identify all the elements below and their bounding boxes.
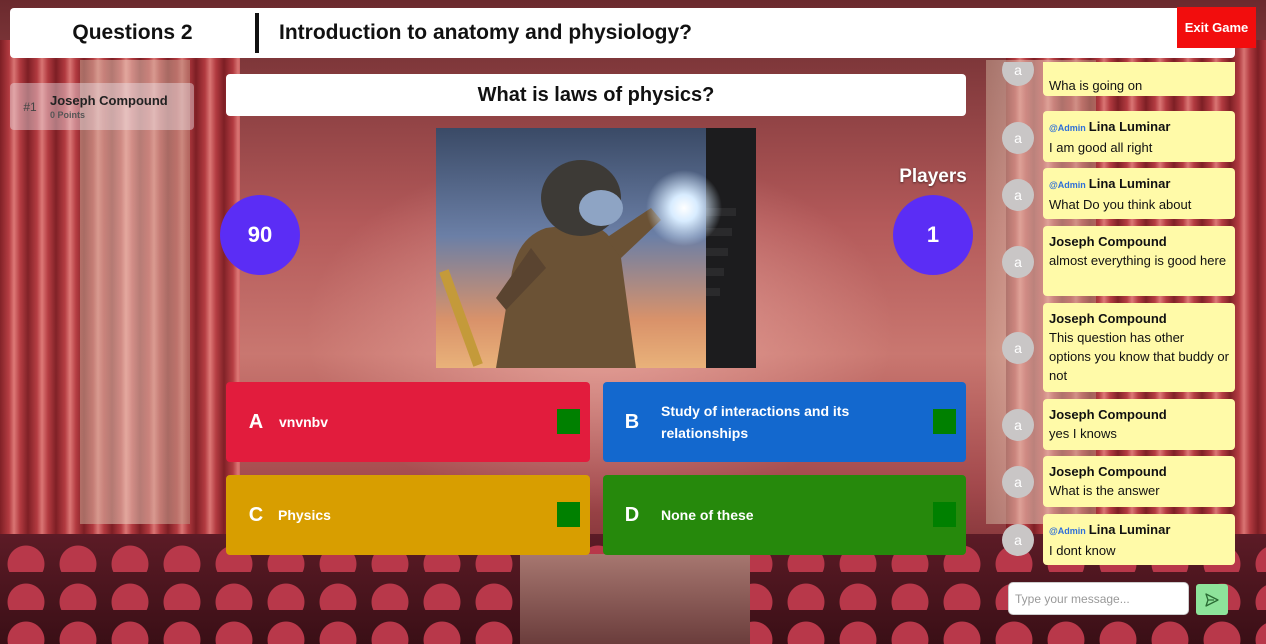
answer-select-box[interactable]: [557, 409, 580, 434]
answer-text: Physics: [278, 507, 331, 523]
chat-sender: Lina Luminar: [1088, 119, 1171, 134]
players-count: 1: [893, 195, 973, 275]
chat-text: This question has other options you know…: [1049, 330, 1229, 383]
chat-sender: Joseph Compound: [1049, 311, 1167, 326]
avatar: a: [1002, 466, 1034, 498]
chat-sender: Joseph Compound: [1049, 234, 1167, 249]
chat-sender: Joseph Compound: [1049, 464, 1167, 479]
question-text: What is laws of physics?: [226, 74, 966, 116]
avatar: a: [1002, 62, 1034, 86]
send-icon: [1205, 592, 1219, 607]
answer-text: vnvnbv: [279, 414, 329, 430]
admin-tag: @Admin: [1049, 526, 1086, 536]
chat-bubble: Joseph Compound What is the answer: [1043, 456, 1235, 507]
answer-text: Study of interactions and its relationsh…: [661, 403, 850, 441]
leaderboard-entry: #1 Joseph Compound 0 Points: [10, 83, 194, 130]
chat-bubble: @Admin Lina Luminar I am good all right: [1043, 111, 1235, 162]
send-message-button[interactable]: [1196, 584, 1228, 615]
chat-panel[interactable]: a Wha is going on a @Admin Lina Luminar I…: [1000, 62, 1240, 568]
avatar: a: [1002, 409, 1034, 441]
chat-text: Wha is going on: [1049, 78, 1143, 93]
chat-bubble: Joseph Compound almost everything is goo…: [1043, 226, 1235, 296]
chat-bubble: Joseph Compound This question has other …: [1043, 303, 1235, 392]
exit-game-button[interactable]: Exit Game: [1177, 7, 1256, 48]
players-label: Players: [899, 166, 967, 187]
chat-text: almost everything is good here: [1049, 253, 1227, 268]
chat-bubble: Wha is going on: [1043, 62, 1235, 96]
answer-letter: A: [248, 410, 264, 433]
stage-stairs: [520, 554, 750, 644]
answer-select-box[interactable]: [933, 409, 956, 434]
avatar: a: [1002, 122, 1034, 154]
chat-text: I am good all right: [1049, 140, 1153, 155]
chat-text: What Do you think about: [1049, 197, 1192, 212]
question-number: Questions 2: [72, 21, 193, 44]
admin-tag: @Admin: [1049, 123, 1086, 133]
avatar: a: [1002, 246, 1034, 278]
answer-text: None of these: [661, 507, 754, 523]
answer-letter: D: [624, 503, 640, 526]
chat-sender: Lina Luminar: [1088, 176, 1171, 191]
avatar: a: [1002, 524, 1034, 556]
countdown-timer: 90: [220, 195, 300, 275]
chat-text: yes I knows: [1049, 426, 1117, 441]
leaderboard-points: 0 Points: [50, 110, 86, 120]
answer-option-d[interactable]: D None of these: [603, 475, 966, 555]
leaderboard-rank: #1: [23, 99, 37, 114]
answer-letter: B: [624, 410, 640, 433]
answer-letter: C: [248, 503, 264, 526]
chat-sender: Joseph Compound: [1049, 407, 1167, 422]
game-header: Questions 2 Introduction to anatomy and …: [10, 8, 1235, 58]
question-image: [436, 128, 756, 368]
chat-bubble: @Admin Lina Luminar What Do you think abo…: [1043, 168, 1235, 219]
avatar: a: [1002, 332, 1034, 364]
avatar: a: [1002, 179, 1034, 211]
answer-option-a[interactable]: A vnvnbv: [226, 382, 590, 462]
chat-text: I dont know: [1049, 543, 1116, 558]
admin-tag: @Admin: [1049, 180, 1086, 190]
chat-bubble: @Admin Lina Luminar I dont know: [1043, 514, 1235, 565]
quiz-topic: Introduction to anatomy and physiology?: [279, 21, 692, 44]
answer-option-b[interactable]: B Study of interactions and its relation…: [603, 382, 966, 462]
answer-select-box[interactable]: [557, 502, 580, 527]
chat-text: What is the answer: [1049, 483, 1160, 498]
chat-sender: Lina Luminar: [1088, 522, 1171, 537]
leaderboard-player-name: Joseph Compound: [50, 93, 168, 108]
chat-message-input[interactable]: [1008, 582, 1189, 615]
answer-option-c[interactable]: C Physics: [226, 475, 590, 555]
answer-select-box[interactable]: [933, 502, 956, 527]
chat-bubble: Joseph Compound yes I knows: [1043, 399, 1235, 450]
